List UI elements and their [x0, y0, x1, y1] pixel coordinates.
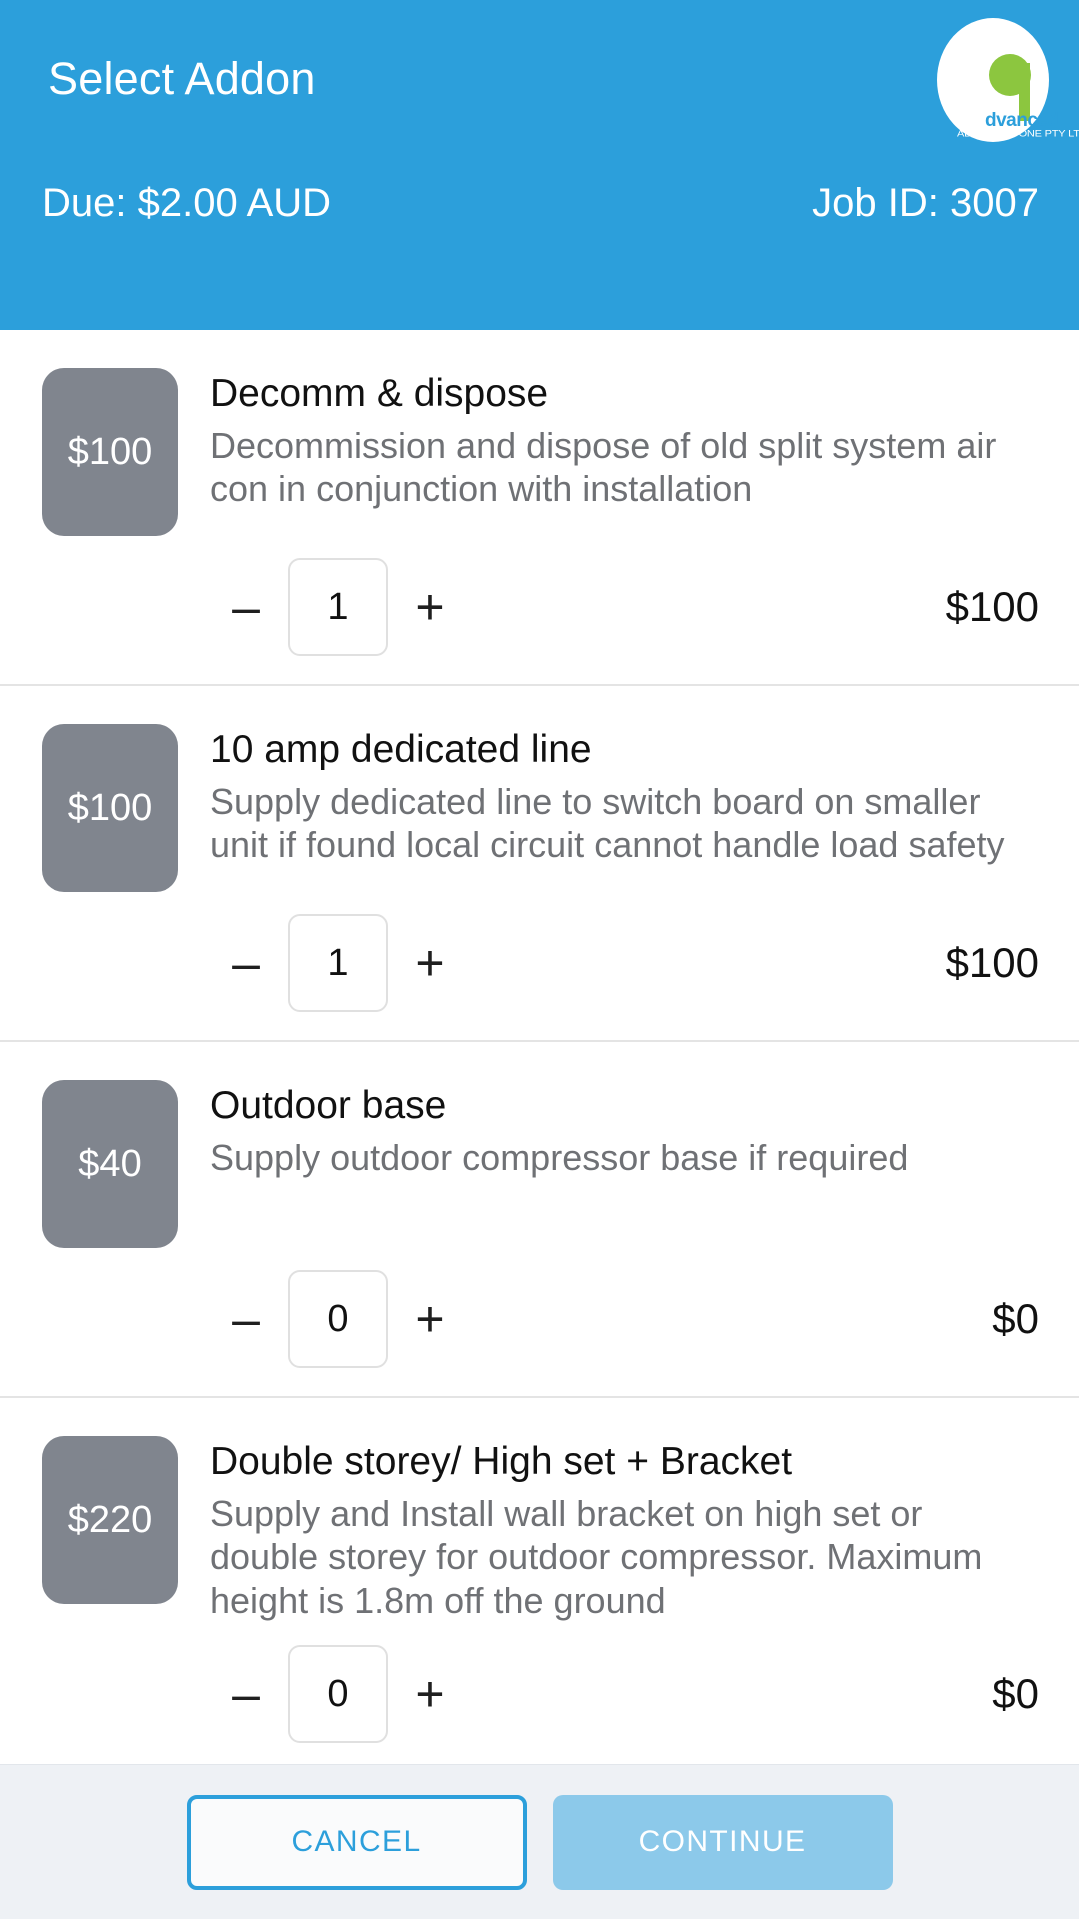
- quantity-stepper[interactable]: – 1 +: [210, 914, 466, 1012]
- addon-price-badge: $100: [42, 368, 178, 536]
- decrement-button[interactable]: –: [210, 571, 282, 643]
- addon-list-item[interactable]: $100 10 amp dedicated line Supply dedica…: [0, 686, 1079, 1042]
- addon-list-item[interactable]: $40 Outdoor base Supply outdoor compress…: [0, 1042, 1079, 1398]
- quantity-stepper[interactable]: – 0 +: [210, 1645, 466, 1744]
- header-meta-row: Due: $2.00 AUD Job ID: 3007: [0, 168, 1079, 238]
- addon-description: Supply and Install wall bracket on high …: [210, 1492, 983, 1622]
- app-header: Select Addon dvanced ADVANCED ONE PTY LT…: [0, 0, 1079, 330]
- increment-button[interactable]: +: [394, 571, 466, 643]
- addon-summary: $220 Double storey/ High set + Bracket S…: [42, 1436, 1039, 1623]
- quantity-stepper[interactable]: – 0 +: [210, 1270, 466, 1368]
- continue-button[interactable]: CONTINUE: [552, 1794, 893, 1890]
- addon-controls-row: – 0 + $0: [42, 1645, 1039, 1744]
- quantity-input[interactable]: 0: [288, 1645, 388, 1744]
- addon-text-block: Outdoor base Supply outdoor compressor b…: [210, 1080, 1039, 1179]
- addon-description: Decommission and dispose of old split sy…: [210, 424, 997, 510]
- addon-text-block: Double storey/ High set + Bracket Supply…: [210, 1436, 1039, 1623]
- quantity-input[interactable]: 1: [288, 914, 388, 1012]
- quantity-stepper[interactable]: – 1 +: [210, 558, 466, 656]
- addon-description: Supply dedicated line to switch board on…: [210, 780, 1005, 866]
- addon-line-total: $100: [945, 583, 1039, 630]
- decrement-button[interactable]: –: [210, 1658, 282, 1730]
- decrement-button[interactable]: –: [210, 927, 282, 999]
- addon-title: Decomm & dispose: [210, 372, 549, 415]
- addon-controls-row: – 1 + $100: [42, 558, 1039, 656]
- page-title: Select Addon: [48, 53, 316, 104]
- amount-due-label: Due: $2.00 AUD: [42, 180, 332, 225]
- increment-button[interactable]: +: [394, 927, 466, 999]
- cancel-button[interactable]: CANCEL: [186, 1794, 527, 1890]
- addon-list[interactable]: $100 Decomm & dispose Decommission and d…: [0, 330, 1079, 1919]
- addon-title: Outdoor base: [210, 1084, 447, 1127]
- action-bar: CANCEL CONTINUE: [0, 1764, 1079, 1919]
- quantity-input[interactable]: 1: [288, 558, 388, 656]
- addon-controls-row: – 0 + $0: [42, 1270, 1039, 1368]
- addon-text-block: 10 amp dedicated line Supply dedicated l…: [210, 724, 1039, 867]
- select-addon-screen: Select Addon dvanced ADVANCED ONE PTY LT…: [0, 0, 1079, 1919]
- addon-title: Double storey/ High set + Bracket: [210, 1440, 793, 1483]
- addon-list-item[interactable]: $100 Decomm & dispose Decommission and d…: [0, 330, 1079, 686]
- company-logo: dvanced ADVANCED ONE PTY LTD: [937, 18, 1079, 142]
- logo-legal-name: ADVANCED ONE PTY LTD: [957, 129, 1079, 139]
- addon-summary: $100 10 amp dedicated line Supply dedica…: [42, 724, 1039, 892]
- addon-summary: $100 Decomm & dispose Decommission and d…: [42, 368, 1039, 536]
- addon-price-badge: $100: [42, 724, 178, 892]
- quantity-input[interactable]: 0: [288, 1270, 388, 1368]
- increment-button[interactable]: +: [394, 1658, 466, 1730]
- addon-summary: $40 Outdoor base Supply outdoor compress…: [42, 1080, 1039, 1248]
- job-id-label: Job ID: 3007: [812, 180, 1039, 225]
- increment-button[interactable]: +: [394, 1283, 466, 1355]
- addon-price-badge: $220: [42, 1436, 178, 1604]
- addon-line-total: $0: [992, 1295, 1039, 1342]
- decrement-button[interactable]: –: [210, 1283, 282, 1355]
- addon-controls-row: – 1 + $100: [42, 914, 1039, 1012]
- addon-description: Supply outdoor compressor base if requir…: [210, 1136, 909, 1178]
- addon-line-total: $100: [945, 939, 1039, 986]
- addon-price-badge: $40: [42, 1080, 178, 1248]
- addon-title: 10 amp dedicated line: [210, 728, 592, 771]
- addon-text-block: Decomm & dispose Decommission and dispos…: [210, 368, 1039, 511]
- addon-list-item[interactable]: $220 Double storey/ High set + Bracket S…: [0, 1398, 1079, 1771]
- addon-line-total: $0: [992, 1670, 1039, 1718]
